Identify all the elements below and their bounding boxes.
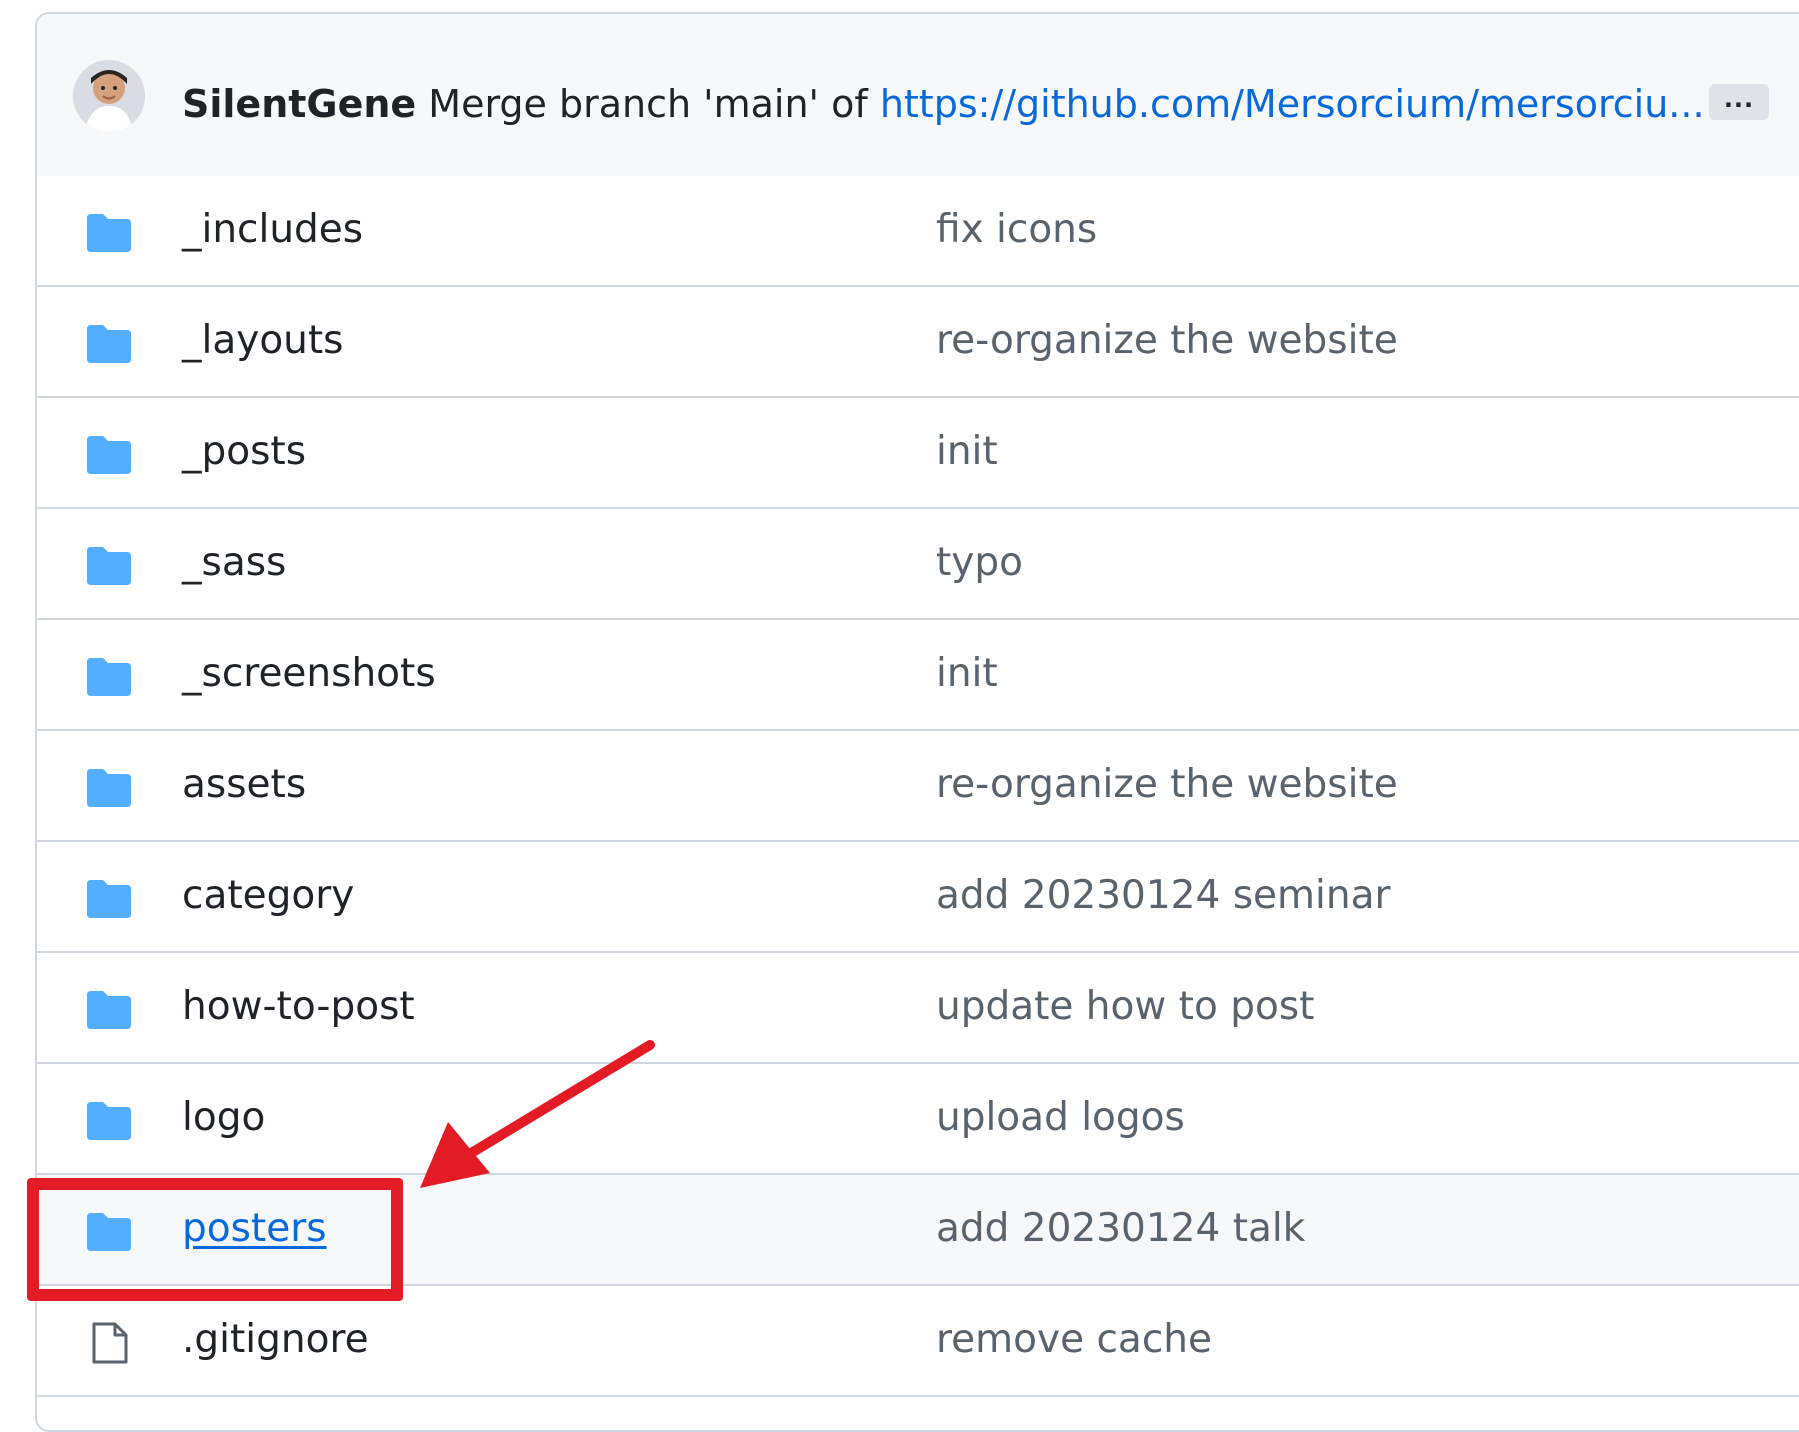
file-name[interactable]: logo [182,1093,265,1143]
folder-icon [87,658,131,696]
file-row[interactable]: how-to-post update how to post [37,953,1799,1064]
file-row[interactable]: _sass typo [37,509,1799,620]
author-avatar[interactable] [73,60,145,132]
last-commit-message[interactable]: remove cache [936,1315,1212,1365]
file-row[interactable]: _includes fix icons [37,176,1799,287]
file-icon [92,1322,128,1364]
last-commit-message[interactable]: init [936,427,998,477]
file-name[interactable]: category [182,871,354,921]
file-name[interactable]: _includes [182,205,363,255]
last-commit-message[interactable]: update how to post [936,982,1314,1032]
commit-message: Merge branch 'main' of [428,82,868,126]
file-name[interactable]: how-to-post [182,982,415,1032]
file-row[interactable]: assets re-organize the website [37,731,1799,842]
last-commit-message[interactable]: add 20230124 seminar [936,871,1391,921]
file-row[interactable]: _screenshots init [37,620,1799,731]
repository-file-list: SilentGene Merge branch 'main' of https:… [35,12,1799,1432]
latest-commit-header: SilentGene Merge branch 'main' of https:… [37,14,1799,178]
folder-icon [87,547,131,585]
folder-icon [87,769,131,807]
file-name[interactable]: _sass [182,538,286,588]
file-name[interactable]: _screenshots [182,649,436,699]
file-name[interactable]: assets [182,760,306,810]
folder-icon [87,991,131,1029]
last-commit-message[interactable]: fix icons [936,205,1097,255]
last-commit-message[interactable]: upload logos [936,1093,1185,1143]
folder-icon [87,214,131,252]
file-row[interactable]: _posts init [37,398,1799,509]
commit-url-link[interactable]: https://github.com/Mersorcium/mersorciu.… [880,82,1705,126]
file-row[interactable]: logo upload logos [37,1064,1799,1175]
file-row[interactable]: .gitignore remove cache [37,1286,1799,1397]
ellipsis-icon: ... [1723,85,1755,113]
commit-summary: SilentGene Merge branch 'main' of https:… [182,80,1705,128]
commit-author[interactable]: SilentGene [182,82,416,126]
file-row[interactable]: _layouts re-organize the website [37,287,1799,398]
last-commit-message[interactable]: re-organize the website [936,316,1398,366]
folder-icon [87,880,131,918]
posters-link[interactable]: posters [182,1204,327,1254]
avatar-image [73,60,145,132]
folder-icon [87,1213,131,1251]
folder-icon [87,436,131,474]
file-row-posters[interactable]: posters add 20230124 talk [37,1175,1799,1286]
commit-more-button[interactable]: ... [1709,84,1769,120]
file-name[interactable]: _posts [182,427,306,477]
file-name[interactable]: .gitignore [182,1315,369,1365]
last-commit-message[interactable]: add 20230124 talk [936,1204,1305,1254]
folder-icon [87,325,131,363]
file-name[interactable]: _layouts [182,316,344,366]
file-row[interactable]: category add 20230124 seminar [37,842,1799,953]
last-commit-message[interactable]: typo [936,538,1023,588]
folder-icon [87,1102,131,1140]
last-commit-message[interactable]: init [936,649,998,699]
last-commit-message[interactable]: re-organize the website [936,760,1398,810]
